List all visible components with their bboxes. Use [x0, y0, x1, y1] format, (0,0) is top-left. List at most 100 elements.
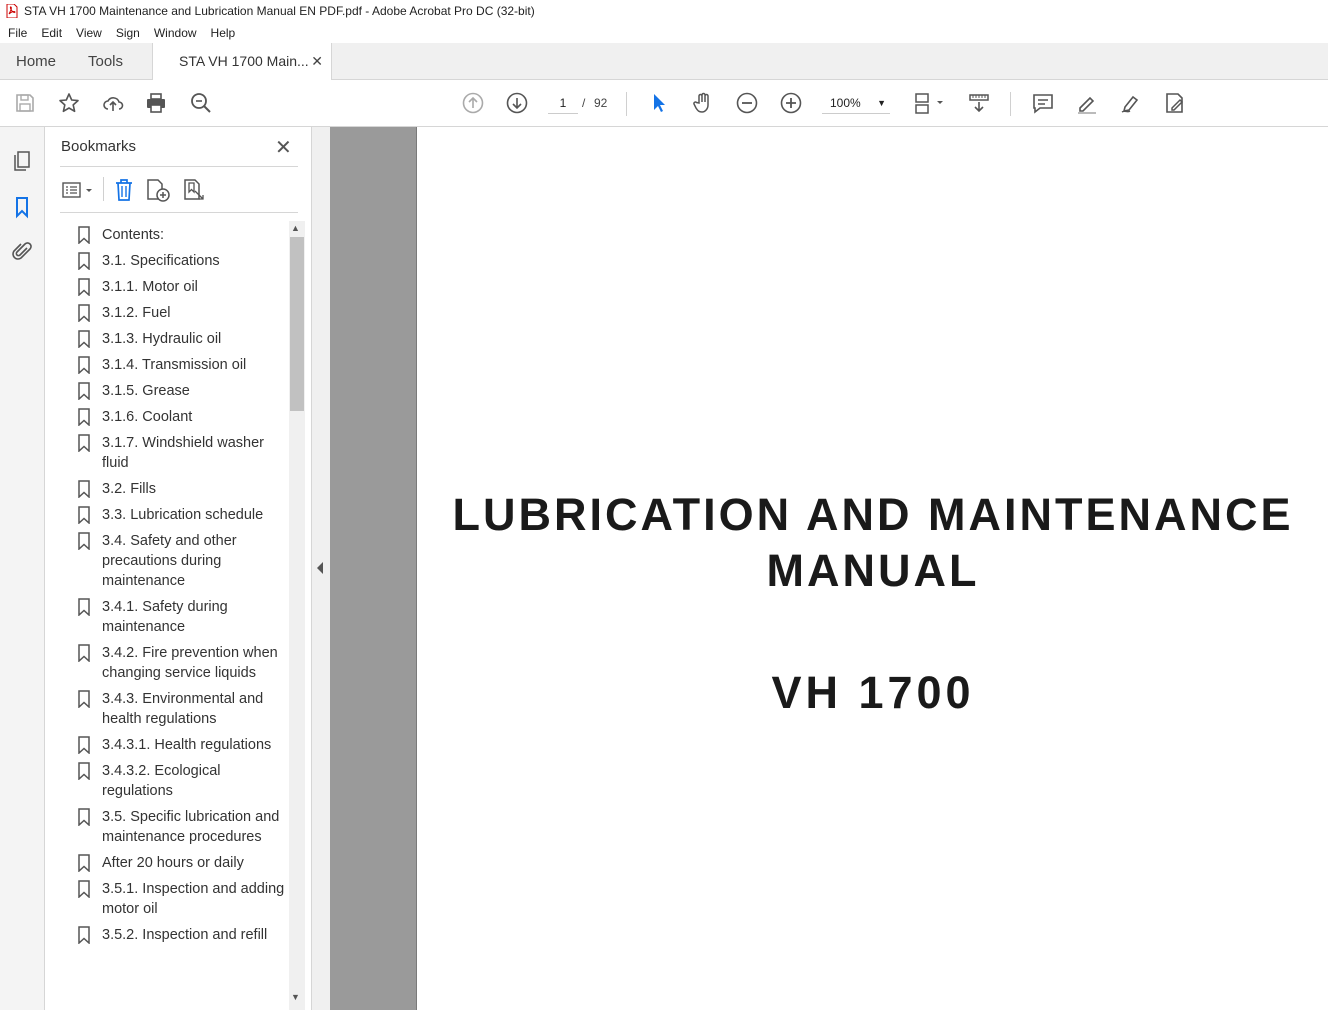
- bookmark-item[interactable]: 3.1.1. Motor oil: [60, 273, 288, 299]
- cloud-upload-icon[interactable]: [100, 90, 126, 116]
- bookmark-ribbon-icon: [78, 690, 90, 708]
- bookmark-item[interactable]: 3.1.6. Coolant: [60, 403, 288, 429]
- bookmark-ribbon-icon: [78, 880, 90, 898]
- comment-icon[interactable]: [1030, 90, 1056, 116]
- document-model-name: VH 1700: [771, 667, 975, 718]
- tab-document[interactable]: STA VH 1700 Main... ✕: [152, 43, 332, 81]
- acrobat-pdf-icon: [6, 4, 18, 18]
- left-navigation-rail: [0, 127, 45, 1010]
- bookmark-star-icon[interactable]: [56, 90, 82, 116]
- menu-bar: File Edit View Sign Window Help: [0, 22, 1328, 43]
- bookmark-item[interactable]: 3.4.3. Environmental and health regulati…: [60, 685, 288, 731]
- bookmark-item[interactable]: 3.1.4. Transmission oil: [60, 351, 288, 377]
- menu-file[interactable]: File: [0, 26, 34, 40]
- bookmark-item[interactable]: 3.4.3.1. Health regulations: [60, 731, 288, 757]
- bookmark-label: 3.5.2. Inspection and refill: [102, 927, 268, 943]
- zoom-in-icon[interactable]: [778, 90, 804, 116]
- find-bookmark-icon[interactable]: [181, 177, 207, 203]
- bookmark-item[interactable]: 3.1. Specifications: [60, 247, 288, 273]
- panel-title: Bookmarks: [61, 138, 137, 155]
- next-page-icon[interactable]: [504, 90, 530, 116]
- bookmark-item[interactable]: 3.4.2. Fire prevention when changing ser…: [60, 639, 288, 685]
- panel-toolbar-divider: [103, 177, 104, 201]
- bookmark-ribbon-icon: [78, 762, 90, 780]
- zoom-out-icon[interactable]: [734, 90, 760, 116]
- document-title-line-1: LUBRICATION AND MAINTENANCE: [452, 489, 1294, 540]
- close-panel-icon[interactable]: ✕: [275, 135, 292, 160]
- bookmark-label: 3.4.3.2. Ecological regulations: [102, 763, 221, 799]
- bookmark-item[interactable]: 3.5.1. Inspection and adding motor oil: [60, 875, 288, 921]
- hand-tool-icon[interactable]: [690, 90, 716, 116]
- bookmark-ribbon-icon: [78, 598, 90, 616]
- page-number-input[interactable]: 1: [548, 92, 578, 114]
- scroll-mode-icon[interactable]: [966, 90, 992, 116]
- bookmark-ribbon-icon: [78, 808, 90, 826]
- scroll-down-icon[interactable]: ▼: [291, 992, 300, 1002]
- pdf-page: LUBRICATION AND MAINTENANCE MANUAL VH 17…: [416, 127, 1328, 1010]
- tab-close-icon[interactable]: ✕: [311, 43, 323, 80]
- scroll-up-icon[interactable]: ▲: [291, 223, 300, 233]
- bookmark-label: 3.4. Safety and other precautions during…: [102, 533, 237, 589]
- bookmark-ribbon-icon: [78, 356, 90, 374]
- bookmark-ribbon-icon: [78, 278, 90, 296]
- menu-window[interactable]: Window: [147, 26, 204, 40]
- bookmark-ribbon-icon: [78, 408, 90, 426]
- bookmark-item[interactable]: 3.1.5. Grease: [60, 377, 288, 403]
- previous-page-icon[interactable]: [460, 90, 486, 116]
- new-bookmark-icon[interactable]: [145, 177, 171, 203]
- bookmark-scrollbar-thumb[interactable]: [290, 237, 304, 411]
- tab-tools[interactable]: Tools: [88, 43, 123, 80]
- select-cursor-icon[interactable]: [646, 90, 672, 116]
- bookmark-list: Contents: 3.1. Specifications 3.1.1. Motor…: [60, 221, 288, 1010]
- bookmark-ribbon-icon: [78, 434, 90, 452]
- bookmark-label: 3.4.1. Safety during maintenance: [102, 599, 228, 635]
- bookmark-item[interactable]: 3.4.3.2. Ecological regulations: [60, 757, 288, 803]
- page-thumbnails-icon[interactable]: [10, 149, 34, 173]
- bookmark-item[interactable]: 3.1.7. Windshield washer fluid: [60, 429, 288, 475]
- bookmark-ribbon-icon: [78, 226, 90, 244]
- bookmark-item[interactable]: 3.2. Fills: [60, 475, 288, 501]
- sign-pen-icon[interactable]: [1118, 90, 1144, 116]
- bookmark-options-icon[interactable]: [60, 177, 96, 203]
- bookmark-item[interactable]: 3.1.2. Fuel: [60, 299, 288, 325]
- save-icon[interactable]: [12, 90, 38, 116]
- bookmark-ribbon-icon: [78, 330, 90, 348]
- tab-home[interactable]: Home: [16, 43, 56, 80]
- menu-edit[interactable]: Edit: [34, 26, 69, 40]
- bookmark-ribbon-icon: [78, 854, 90, 872]
- bookmark-label: 3.1.3. Hydraulic oil: [102, 331, 222, 347]
- bookmarks-panel-icon[interactable]: [10, 195, 34, 219]
- document-viewport[interactable]: LUBRICATION AND MAINTENANCE MANUAL VH 17…: [330, 127, 1328, 1010]
- fill-sign-icon[interactable]: [1162, 90, 1188, 116]
- menu-help[interactable]: Help: [204, 26, 243, 40]
- bookmark-item[interactable]: 3.3. Lubrication schedule: [60, 501, 288, 527]
- zoom-level-select[interactable]: 100% ▼: [822, 92, 890, 114]
- page-display-icon[interactable]: [912, 90, 946, 116]
- bookmark-item[interactable]: 3.5.2. Inspection and refill: [60, 921, 288, 947]
- bookmark-item[interactable]: 3.5. Specific lubrication and maintenanc…: [60, 803, 288, 849]
- bookmark-label: Contents:: [102, 227, 165, 243]
- bookmark-ribbon-icon: [78, 926, 90, 944]
- panel-splitter[interactable]: [312, 127, 330, 1010]
- attachments-paperclip-icon[interactable]: [10, 240, 34, 264]
- bookmark-ribbon-icon: [78, 506, 90, 524]
- bookmark-label: 3.1. Specifications: [102, 253, 220, 269]
- bookmark-item[interactable]: 3.1.3. Hydraulic oil: [60, 325, 288, 351]
- bookmark-item[interactable]: Contents:: [60, 221, 288, 247]
- document-title: LUBRICATION AND MAINTENANCE MANUAL: [417, 487, 1328, 599]
- collapse-panel-icon[interactable]: [317, 562, 323, 574]
- delete-bookmark-icon[interactable]: [111, 177, 137, 203]
- bookmark-item[interactable]: 3.4.1. Safety during maintenance: [60, 593, 288, 639]
- page-separator: /: [582, 96, 586, 110]
- bookmark-item[interactable]: After 20 hours or daily: [60, 849, 288, 875]
- menu-sign[interactable]: Sign: [109, 26, 147, 40]
- menu-view[interactable]: View: [69, 26, 109, 40]
- highlight-pen-icon[interactable]: [1074, 90, 1100, 116]
- document-title-line-2: MANUAL: [766, 545, 980, 596]
- main-toolbar: 1 / 92 100% ▼: [0, 80, 1328, 127]
- bookmark-label: 3.3. Lubrication schedule: [102, 507, 264, 523]
- print-icon[interactable]: [143, 90, 169, 116]
- bookmark-item[interactable]: 3.4. Safety and other precautions during…: [60, 527, 288, 593]
- bookmark-label: 3.4.3. Environmental and health regulati…: [102, 691, 264, 727]
- find-zoom-icon[interactable]: [188, 90, 214, 116]
